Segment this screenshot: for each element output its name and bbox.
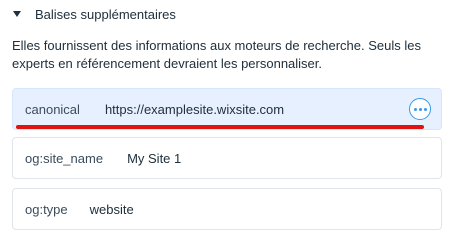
tag-row-og-site-name[interactable]: og:site_name My Site 1 xyxy=(12,137,442,179)
more-actions-button[interactable] xyxy=(409,98,431,120)
tag-value: https://examplesite.wixsite.com xyxy=(104,101,285,117)
caret-down-icon xyxy=(13,11,21,17)
section-title: Balises supplémentaires xyxy=(35,6,176,22)
tag-row-og-type[interactable]: og:type website xyxy=(12,188,442,230)
tag-name: og:site_name xyxy=(25,150,104,166)
annotation-underline xyxy=(16,125,424,129)
tag-value: website xyxy=(89,201,134,217)
more-horizontal-icon xyxy=(413,107,427,111)
section-description: Elles fournissent des informations aux m… xyxy=(12,38,421,71)
section-toggle-additional-tags[interactable]: Balises supplémentaires xyxy=(12,4,176,24)
tag-name: og:type xyxy=(25,201,68,217)
tag-name: canonical xyxy=(25,101,80,117)
tag-value: My Site 1 xyxy=(127,150,182,166)
tag-row-canonical[interactable]: canonical https://examplesite.wixsite.co… xyxy=(12,88,442,130)
